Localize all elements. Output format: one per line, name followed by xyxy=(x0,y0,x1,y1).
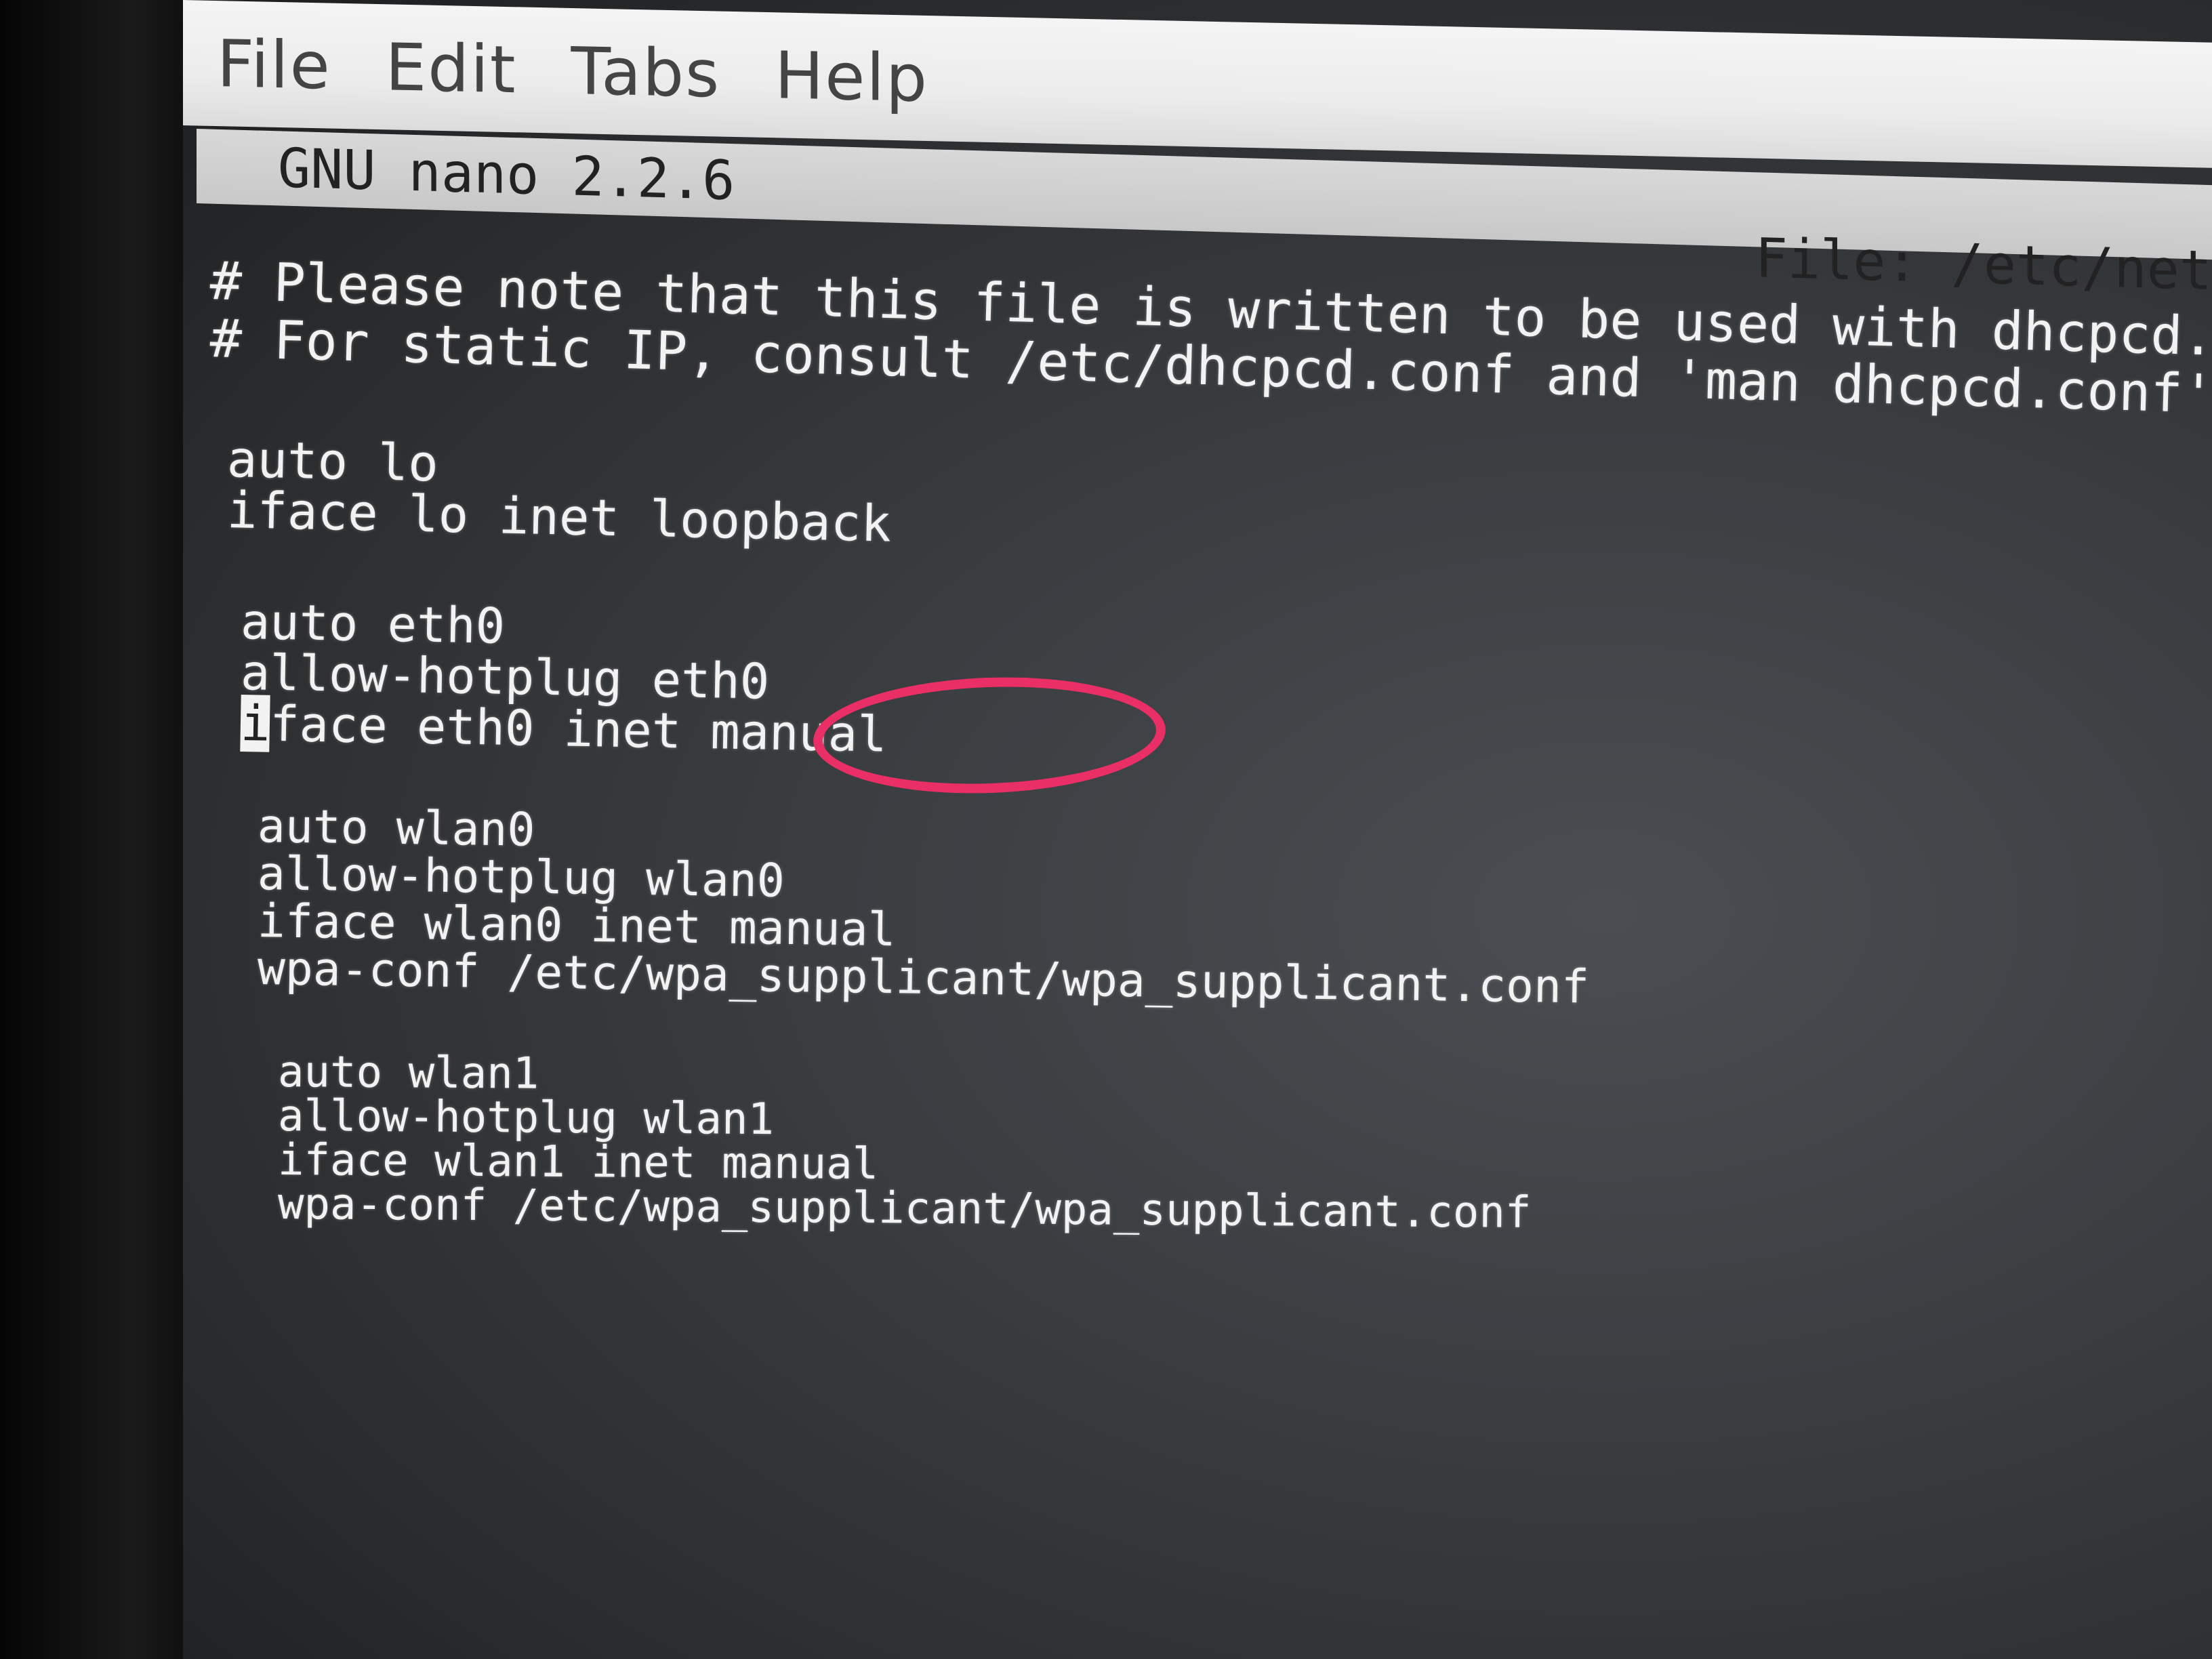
buffer-line: iface lo inet loopback xyxy=(226,481,892,554)
nano-version: GNU nano 2.2.6 xyxy=(278,136,735,213)
buffer-line-text: face eth0 inet manual xyxy=(269,695,888,763)
terminal-screen: File Edit Tabs Help GNU nano 2.2.6 File:… xyxy=(183,0,2212,1659)
buffer-line: wpa-conf /etc/wpa_supplicant/wpa_supplic… xyxy=(257,942,1590,1015)
menu-help[interactable]: Help xyxy=(775,37,928,117)
menu-tabs[interactable]: Tabs xyxy=(571,33,721,112)
buffer-line: wpa-conf /etc/wpa_supplicant/wpa_supplic… xyxy=(277,1179,1532,1238)
nano-filename: File: /etc/net xyxy=(1755,226,2212,303)
menu-edit[interactable]: Edit xyxy=(386,29,517,108)
annotation-circle xyxy=(811,671,1168,800)
menu-file[interactable]: File xyxy=(217,26,331,104)
buffer-line-cursor: iface eth0 inet manual xyxy=(240,695,887,763)
text-cursor: i xyxy=(240,695,271,752)
